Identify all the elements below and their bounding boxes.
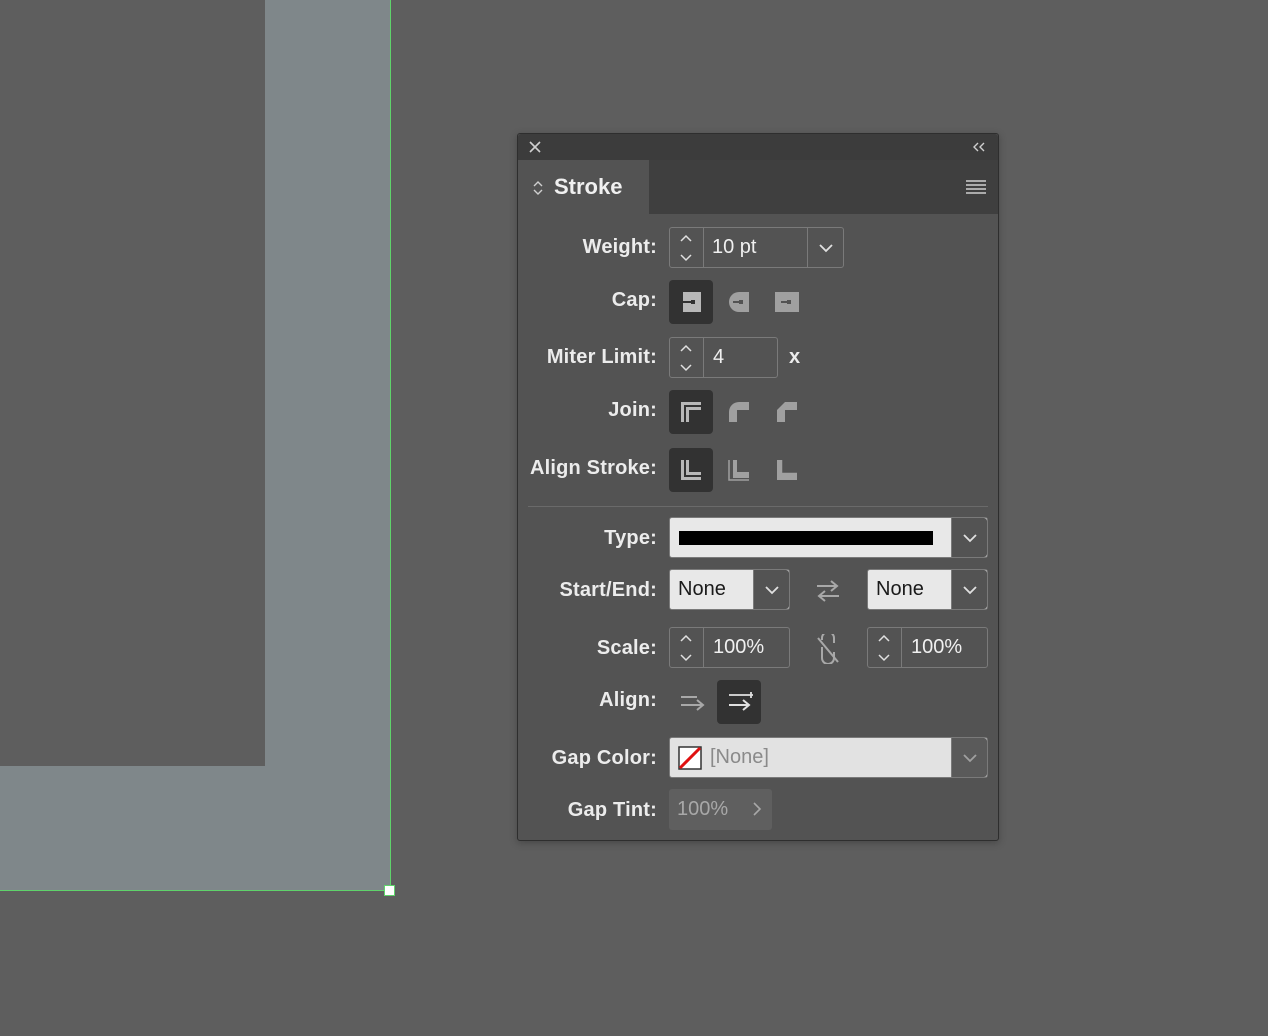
join-label: Join:	[608, 399, 657, 421]
align-stroke-outside-button[interactable]	[765, 448, 809, 492]
align-label: Align:	[599, 689, 657, 711]
miter-suffix: x	[789, 346, 801, 368]
round-join-icon	[729, 402, 749, 422]
align-center-icon	[681, 460, 701, 480]
stepper-arrows-icon	[680, 344, 692, 372]
gap-tint-label: Gap Tint:	[567, 799, 657, 821]
weight-value[interactable]: 10 pt	[712, 228, 756, 266]
miter-limit-label: Miter Limit:	[546, 346, 657, 368]
miter-limit-value[interactable]: 4	[713, 338, 724, 376]
weight-field[interactable]: 10 pt	[669, 227, 844, 268]
align-outside-icon	[777, 460, 797, 480]
chevron-down-icon	[963, 754, 977, 763]
stroke-panel: Stroke Weight: 10 pt Cap: Miter Limit: 4…	[517, 133, 999, 841]
gap-color-label: Gap Color:	[551, 747, 657, 769]
section-divider	[528, 506, 988, 507]
chevron-down-icon	[963, 586, 977, 595]
start-scale-value[interactable]: 100%	[713, 628, 764, 666]
join-bevel-button[interactable]	[765, 390, 809, 434]
arrow-inside-icon	[729, 692, 753, 711]
type-dropdown-button[interactable]	[951, 518, 987, 557]
start-value: None	[678, 578, 726, 600]
cap-projecting-button[interactable]	[765, 280, 809, 324]
gap-color-value: [None]	[710, 746, 769, 768]
chevron-down-icon	[765, 586, 779, 595]
bevel-join-icon	[777, 402, 797, 422]
unlink-icon[interactable]	[815, 634, 841, 664]
start-dropdown-button[interactable]	[753, 570, 789, 609]
close-icon[interactable]	[527, 139, 543, 155]
chevron-down-icon	[963, 534, 977, 543]
cap-label: Cap:	[611, 289, 657, 311]
round-cap-icon	[729, 292, 749, 312]
frame-interior[interactable]	[0, 0, 265, 766]
tab-label: Stroke	[554, 174, 623, 199]
butt-cap-icon	[683, 292, 701, 312]
selection-edge-bottom	[0, 890, 391, 891]
join-round-button[interactable]	[717, 390, 761, 434]
chevron-down-icon	[819, 244, 833, 253]
miter-stepper[interactable]	[670, 338, 704, 377]
swap-arrows-icon[interactable]	[813, 578, 843, 604]
projecting-cap-icon	[775, 292, 799, 312]
weight-stepper[interactable]	[670, 228, 704, 267]
weight-dropdown-button[interactable]	[807, 228, 843, 267]
start-scale-stepper[interactable]	[670, 628, 704, 667]
align-stroke-label: Align Stroke:	[529, 457, 657, 479]
gap-color-dropdown-button[interactable]	[951, 738, 987, 777]
end-scale-field[interactable]: 100%	[867, 627, 988, 668]
stepper-arrows-icon	[680, 234, 692, 262]
gap-tint-field[interactable]: 100%	[669, 789, 772, 830]
scale-label: Scale:	[596, 637, 657, 659]
selection-handle[interactable]	[384, 885, 395, 896]
end-scale-stepper[interactable]	[868, 628, 902, 667]
tab-stroke[interactable]: Stroke	[518, 160, 649, 214]
tab-stepper-icon	[533, 181, 543, 195]
align-extend-button[interactable]	[669, 680, 713, 724]
align-inside-path-button[interactable]	[717, 680, 761, 724]
end-select[interactable]: None	[867, 569, 988, 610]
type-label: Type:	[604, 527, 657, 549]
stepper-arrows-icon	[680, 634, 692, 662]
weight-label: Weight:	[582, 236, 657, 258]
join-miter-button[interactable]	[669, 390, 713, 434]
start-select[interactable]: None	[669, 569, 790, 610]
stepper-arrows-icon	[878, 634, 890, 662]
miter-join-icon	[681, 402, 701, 422]
arrow-extend-icon	[681, 696, 705, 711]
start-end-label: Start/End:	[559, 579, 657, 601]
gap-color-select[interactable]: [None]	[669, 737, 988, 778]
gap-tint-value: 100%	[677, 798, 729, 820]
end-scale-value[interactable]: 100%	[911, 628, 962, 666]
panel-menu-icon[interactable]	[966, 179, 986, 195]
stroke-type-swatch	[679, 531, 933, 545]
chevron-right-icon[interactable]	[752, 801, 762, 817]
selection-edge-right	[390, 0, 391, 891]
align-stroke-center-button[interactable]	[669, 448, 713, 492]
align-stroke-inside-button[interactable]	[717, 448, 761, 492]
stroke-type-select[interactable]	[669, 517, 988, 558]
align-inside-icon	[728, 460, 749, 481]
miter-limit-field[interactable]: 4	[669, 337, 778, 378]
cap-round-button[interactable]	[717, 280, 761, 324]
end-value: None	[876, 578, 924, 600]
end-dropdown-button[interactable]	[951, 570, 987, 609]
collapse-icon[interactable]	[970, 139, 988, 155]
cap-butt-button[interactable]	[669, 280, 713, 324]
tab-row: Stroke	[518, 160, 998, 214]
no-color-swatch-icon	[678, 746, 702, 770]
panel-titlebar[interactable]	[518, 134, 998, 161]
start-scale-field[interactable]: 100%	[669, 627, 790, 668]
